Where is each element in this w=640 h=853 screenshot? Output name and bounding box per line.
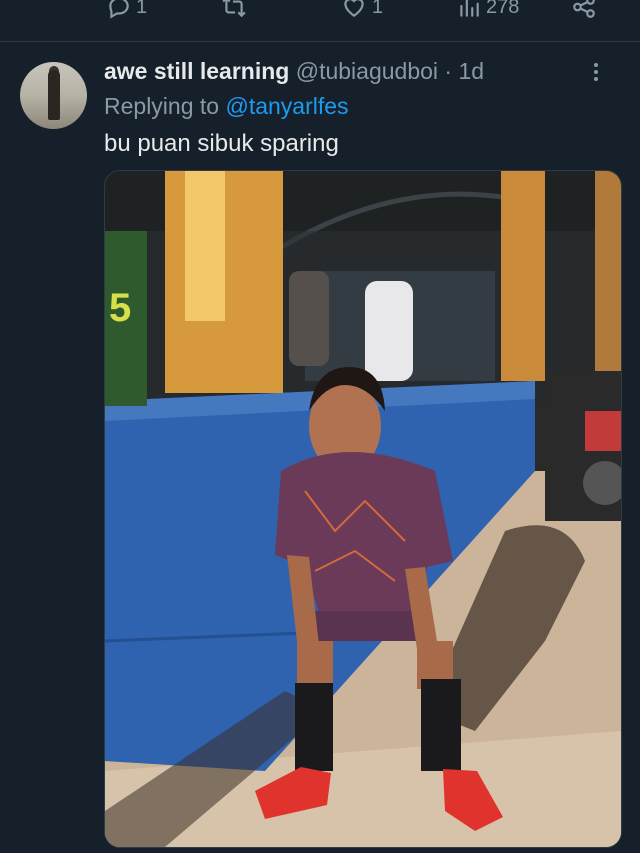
divider	[0, 41, 640, 42]
replying-prefix: Replying to	[104, 93, 226, 119]
tweet-photo[interactable]: 5	[104, 170, 622, 848]
replying-to-mention[interactable]: @tanyarlfes	[225, 93, 348, 119]
like-count: 1	[372, 0, 384, 18]
previous-tweet-action-bar: 1 1 278	[0, 0, 640, 30]
retweet-button[interactable]	[220, 0, 252, 20]
views-button[interactable]: 278	[456, 0, 519, 20]
avatar-figure	[48, 70, 60, 120]
views-icon	[460, 0, 479, 17]
avatar[interactable]	[20, 62, 87, 129]
retweet-icon	[222, 0, 246, 18]
more-options-button[interactable]	[594, 60, 598, 84]
separator-dot: ·	[444, 58, 453, 84]
page: 1 1 278 awe still learning @tubiagudboi …	[0, 0, 640, 853]
view-count: 278	[486, 0, 520, 18]
replying-to: Replying to @tanyarlfes	[104, 93, 349, 120]
jersey-number: 5	[109, 286, 131, 330]
display-name[interactable]: awe still learning	[104, 58, 289, 84]
like-button[interactable]: 1	[340, 0, 383, 20]
reply-icon	[109, 0, 129, 19]
reply-button[interactable]: 1	[106, 0, 147, 20]
timestamp[interactable]: 1d	[458, 58, 484, 84]
share-button[interactable]	[570, 0, 598, 20]
photo-illustration: 5	[105, 171, 621, 847]
user-handle[interactable]: @tubiagudboi	[296, 58, 438, 84]
more-icon	[594, 63, 598, 81]
tweet-header: awe still learning @tubiagudboi · 1d	[104, 58, 484, 85]
heart-icon	[344, 0, 364, 17]
reply-count: 1	[136, 0, 148, 18]
tweet-text: bu puan sibuk sparing	[104, 130, 339, 157]
share-icon	[573, 0, 595, 18]
